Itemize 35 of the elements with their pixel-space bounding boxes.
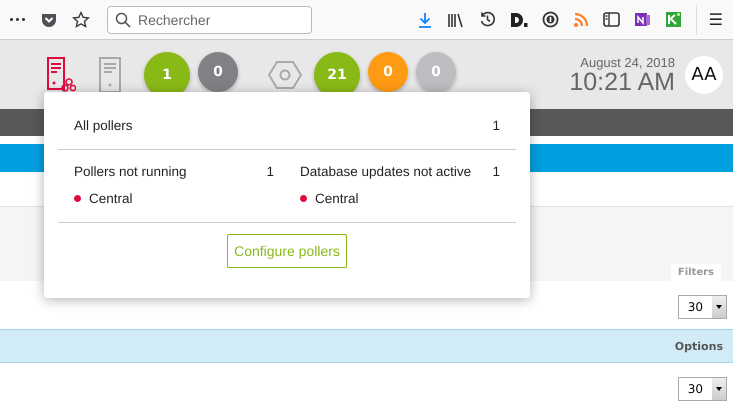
poller-name: Central [89, 191, 133, 206]
popup-label: Database updates not active [300, 164, 472, 179]
star-icon[interactable] [72, 10, 90, 28]
status-counter[interactable]: 0 [416, 52, 456, 92]
configure-pollers-button[interactable]: Configure pollers [227, 234, 347, 268]
popup-count: 1 [492, 164, 500, 179]
page-size-select[interactable]: 30 [678, 295, 727, 319]
popup-count: 1 [492, 118, 500, 133]
poller-name: Central [315, 191, 359, 206]
filters-tab[interactable]: Filters [670, 264, 721, 281]
notebook-icon[interactable] [634, 11, 651, 28]
column-header: Options [674, 340, 723, 352]
caret-icon [716, 305, 722, 309]
status-counter[interactable]: 0 [368, 52, 408, 92]
pocket-icon[interactable] [40, 12, 58, 28]
more-icon[interactable] [10, 18, 25, 21]
history-icon[interactable] [478, 11, 496, 28]
popup-label: Pollers not running [74, 164, 187, 179]
download-icon[interactable] [416, 12, 433, 28]
info-icon[interactable] [542, 11, 559, 28]
date-text: August 24, 2018 [580, 54, 675, 70]
search-icon [115, 12, 131, 28]
menu-button[interactable]: ☰ [708, 10, 723, 29]
caret-icon [716, 387, 722, 391]
popup-label: All pollers [74, 118, 133, 133]
time-text: 10:21 AM [569, 70, 675, 94]
status-counter[interactable]: 0 [198, 52, 238, 92]
poller-alert-icon[interactable] [46, 56, 76, 92]
search-field[interactable]: Rechercher [107, 6, 312, 34]
page-size-select[interactable]: 30 [678, 377, 727, 401]
sidebar-icon[interactable] [602, 12, 620, 27]
popup-count: 1 [266, 164, 274, 179]
user-avatar[interactable]: AA [685, 56, 723, 94]
extension-icon[interactable] [510, 12, 528, 28]
library-icon[interactable] [446, 12, 465, 28]
